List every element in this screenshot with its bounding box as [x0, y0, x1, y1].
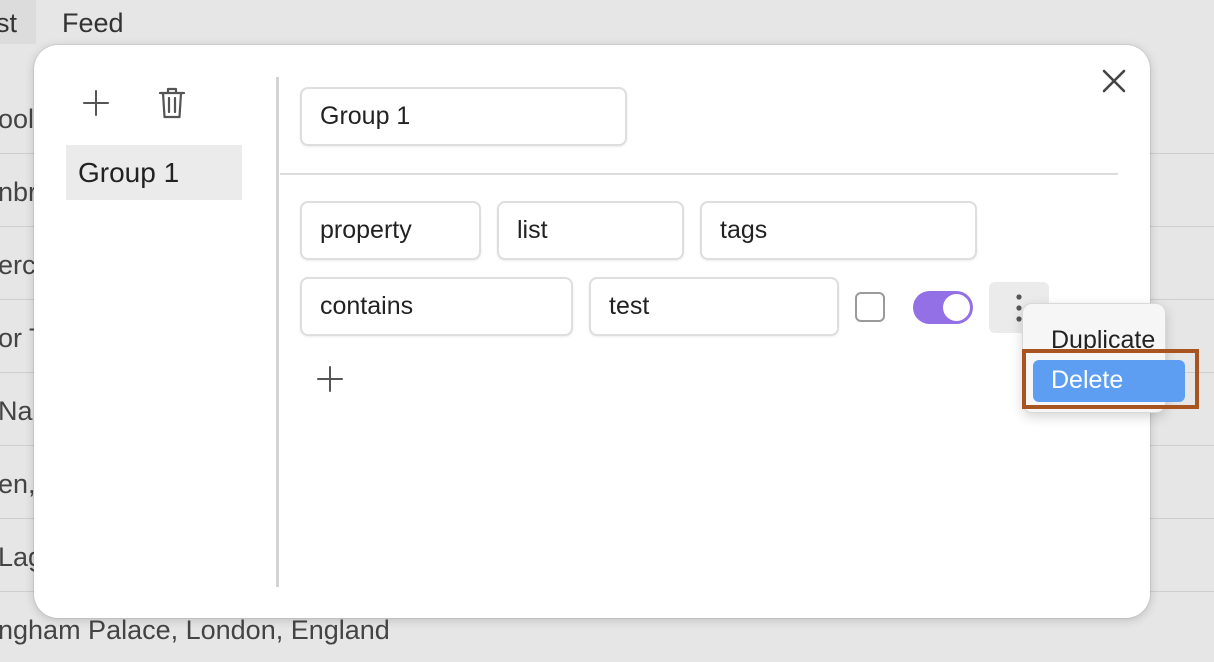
background-tab-feed[interactable]: Feed [62, 0, 124, 39]
toggle-knob [943, 294, 970, 321]
pane-divider [276, 77, 279, 587]
rule-property-select[interactable]: tags [700, 201, 977, 260]
trash-icon [158, 87, 186, 119]
groups-sidebar: Group 1 [34, 45, 278, 618]
add-group-button[interactable] [76, 83, 116, 123]
rule-enabled-toggle[interactable] [913, 291, 973, 324]
rule-value-input[interactable]: test [589, 277, 839, 336]
background-row-text: en, [0, 469, 36, 499]
background-row-text: Na [0, 396, 33, 426]
menu-item-duplicate[interactable]: Duplicate [1033, 320, 1163, 362]
group-list-item[interactable]: Group 1 [66, 145, 242, 200]
rule-checkbox[interactable] [855, 292, 885, 322]
rule-source-select[interactable]: property [300, 201, 481, 260]
delete-group-button[interactable] [152, 83, 192, 123]
filter-groups-dialog: Group 1 Group 1 property list tags conta… [34, 45, 1150, 618]
menu-item-delete[interactable]: Delete [1033, 360, 1185, 402]
section-divider [280, 173, 1118, 175]
background-row-text: erc [0, 250, 36, 280]
rule-context-menu: Duplicate Delete [1022, 303, 1185, 413]
background-row-text: nbr [0, 177, 38, 207]
plus-icon [83, 90, 109, 116]
background-row-text: ngham Palace, London, England [0, 615, 390, 645]
rule-operator-select[interactable]: contains [300, 277, 573, 336]
plus-icon [317, 366, 343, 392]
add-rule-button[interactable] [310, 359, 350, 399]
rule-type-select[interactable]: list [497, 201, 684, 260]
close-button[interactable] [1098, 65, 1130, 97]
close-icon [1102, 69, 1126, 93]
group-name-input[interactable]: Group 1 [300, 87, 627, 146]
background-tab-list[interactable]: st [0, 0, 36, 44]
